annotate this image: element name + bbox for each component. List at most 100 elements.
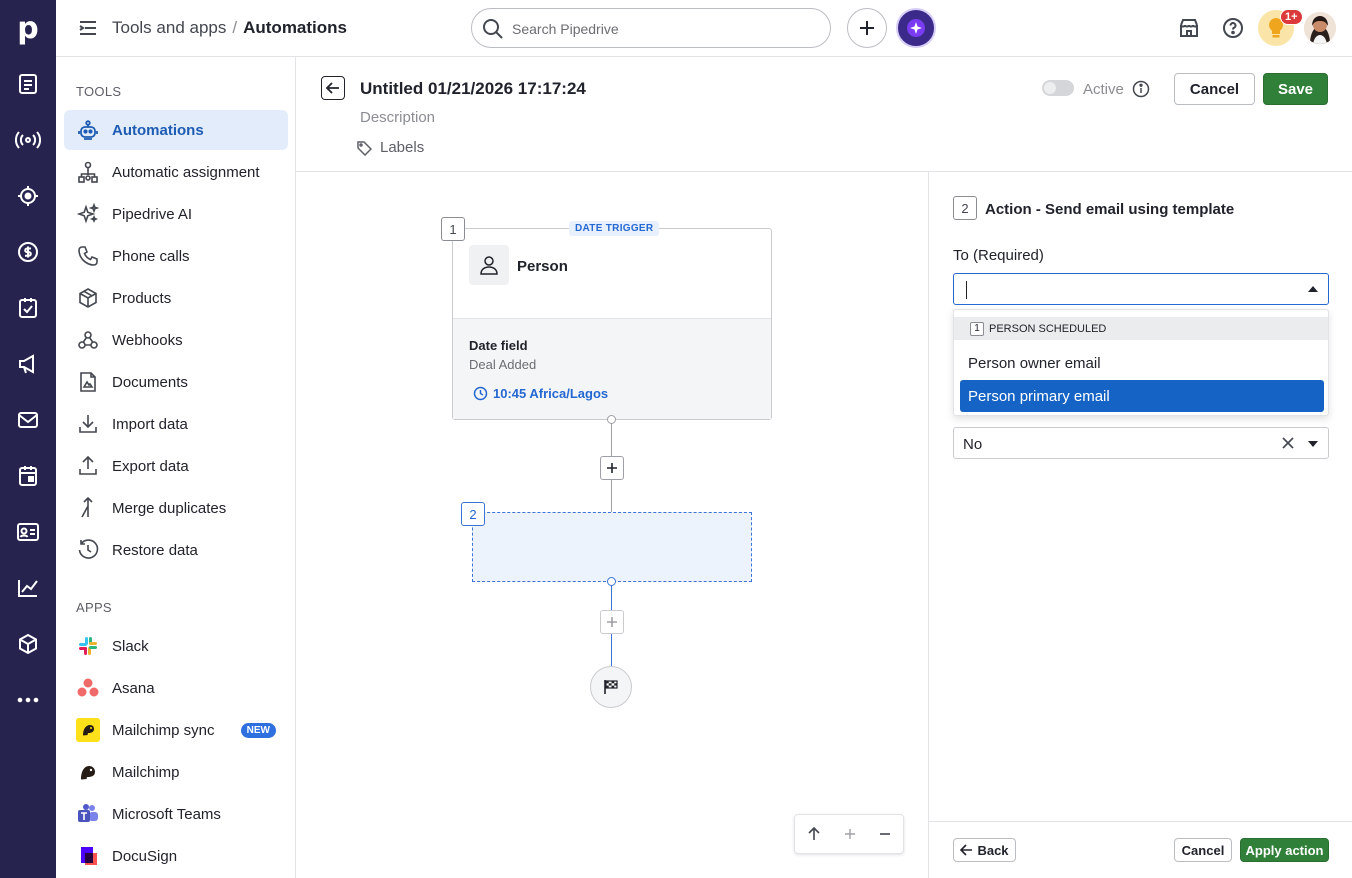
mailchimp-sync-logo-icon: [76, 718, 100, 742]
target-icon[interactable]: [12, 180, 44, 212]
sidebar-item-docusign[interactable]: DocuSign: [64, 836, 288, 876]
trigger-time: 10:45 Africa/Lagos: [473, 386, 608, 401]
arrow-left-icon: [960, 844, 973, 856]
caret-up-icon[interactable]: [1308, 286, 1318, 292]
import-download-icon: [76, 412, 100, 436]
breadcrumb-current: Automations: [243, 18, 347, 37]
sidebar-item-microsoft-teams[interactable]: Microsoft Teams: [64, 794, 288, 834]
zoom-in-icon[interactable]: [844, 828, 856, 840]
asana-logo-icon: [76, 676, 100, 700]
sidebar-item-products[interactable]: Products: [64, 278, 288, 318]
automation-title[interactable]: Untitled 01/21/2026 17:17:24: [360, 79, 586, 99]
trigger-time-text: 10:45 Africa/Lagos: [493, 386, 609, 401]
quick-add-button[interactable]: [847, 8, 887, 48]
sidebar-item-import-data[interactable]: Import data: [64, 404, 288, 444]
automations-robot-icon: [76, 118, 100, 142]
clock-icon: [473, 386, 488, 401]
tools-sidebar: TOOLS Automations Automatic assignment P…: [56, 57, 296, 878]
campaigns-megaphone-icon[interactable]: [12, 348, 44, 380]
back-arrow-button[interactable]: [321, 76, 345, 100]
panel-title: Action - Send email using template: [985, 201, 1235, 218]
merge-icon: [76, 496, 100, 520]
flag-icon: [603, 679, 619, 695]
option-person-primary-email[interactable]: Person primary email: [960, 380, 1324, 412]
flow-canvas[interactable]: DATE TRIGGER Person Date field Deal Adde…: [296, 172, 928, 878]
labels-button[interactable]: Labels: [356, 139, 424, 156]
sidebar-item-export-data[interactable]: Export data: [64, 446, 288, 486]
tools-section-title: TOOLS: [76, 84, 122, 99]
activities-icon[interactable]: [12, 292, 44, 324]
zoom-out-icon[interactable]: [879, 828, 891, 840]
save-button[interactable]: Save: [1263, 73, 1328, 105]
sidebar-item-automatic-assignment[interactable]: Automatic assignment: [64, 152, 288, 192]
search-input[interactable]: Search Pipedrive: [471, 8, 831, 48]
group-step-number: 1: [970, 321, 984, 336]
broadcast-icon[interactable]: [12, 124, 44, 156]
contacts-card-icon[interactable]: [12, 516, 44, 548]
help-icon[interactable]: [1222, 17, 1244, 39]
document-icon: [76, 370, 100, 394]
microsoft-teams-logo-icon: [76, 802, 100, 826]
to-field-label: To (Required): [953, 247, 1044, 264]
active-toggle[interactable]: [1042, 80, 1074, 96]
text-caret: [966, 281, 967, 299]
sidebar-item-label: Import data: [112, 415, 188, 433]
action-node-placeholder[interactable]: [472, 512, 752, 582]
add-step-button-disabled[interactable]: [600, 610, 624, 634]
arrow-up-icon[interactable]: [807, 827, 821, 841]
secondary-select[interactable]: No: [953, 427, 1329, 459]
products-box-icon[interactable]: [12, 628, 44, 660]
sidebar-item-webhooks[interactable]: Webhooks: [64, 320, 288, 360]
cancel-button[interactable]: Cancel: [1174, 73, 1255, 105]
node-number-2: 2: [461, 502, 485, 526]
sidebar-item-phone-calls[interactable]: Phone calls: [64, 236, 288, 276]
menu-collapse-icon[interactable]: [78, 18, 98, 38]
to-recipient-input[interactable]: [953, 273, 1329, 305]
insights-chart-icon[interactable]: [12, 572, 44, 604]
breadcrumb-parent[interactable]: Tools and apps: [112, 18, 226, 37]
tag-icon: [356, 140, 372, 156]
add-step-button[interactable]: [600, 456, 624, 480]
sidebar-item-pipedrive-ai[interactable]: Pipedrive AI: [64, 194, 288, 234]
export-upload-icon: [76, 454, 100, 478]
date-field-value: Deal Added: [469, 357, 537, 372]
labels-text: Labels: [380, 139, 425, 156]
sidebar-item-label: DocuSign: [112, 847, 178, 865]
ai-sparkle-button[interactable]: [896, 8, 936, 48]
sidebar-item-label: Export data: [112, 457, 189, 475]
pipedrive-logo[interactable]: p: [0, 0, 56, 56]
marketplace-icon[interactable]: [1178, 17, 1200, 39]
sidebar-item-automations[interactable]: Automations: [64, 110, 288, 150]
sidebar-item-label: Slack: [112, 637, 149, 655]
option-person-owner-email[interactable]: Person owner email: [960, 347, 1324, 379]
sidebar-item-slack[interactable]: Slack: [64, 626, 288, 666]
deals-dollar-icon[interactable]: [12, 236, 44, 268]
clear-x-icon[interactable]: [1282, 437, 1294, 449]
panel-footer: Back Cancel Apply action: [929, 821, 1352, 878]
sidebar-item-restore-data[interactable]: Restore data: [64, 530, 288, 570]
avatar[interactable]: [1304, 12, 1336, 44]
breadcrumb: Tools and apps / Automations: [112, 18, 347, 38]
more-icon[interactable]: [12, 684, 44, 716]
leads-icon[interactable]: [12, 68, 44, 100]
top-bar: Tools and apps / Automations Search Pipedr…: [56, 0, 1352, 57]
sidebar-item-asana[interactable]: Asana: [64, 668, 288, 708]
mail-icon[interactable]: [12, 404, 44, 436]
back-label: Back: [977, 842, 1009, 858]
person-icon: [469, 245, 509, 285]
caret-down-icon[interactable]: [1308, 441, 1318, 447]
secondary-select-value: No: [963, 436, 983, 453]
panel-cancel-button[interactable]: Cancel: [1174, 838, 1232, 862]
sidebar-item-documents[interactable]: Documents: [64, 362, 288, 402]
back-button[interactable]: Back: [953, 838, 1016, 862]
trigger-node[interactable]: DATE TRIGGER Person Date field Deal Adde…: [452, 221, 772, 420]
sidebar-item-mailchimp[interactable]: Mailchimp: [64, 752, 288, 792]
notification-badge: 1+: [1280, 9, 1303, 25]
assignment-network-icon: [76, 160, 100, 184]
description-field[interactable]: Description: [360, 109, 435, 126]
apply-action-button[interactable]: Apply action: [1240, 838, 1329, 862]
info-icon[interactable]: [1132, 80, 1150, 98]
sidebar-item-merge-duplicates[interactable]: Merge duplicates: [64, 488, 288, 528]
calendar-icon[interactable]: [12, 460, 44, 492]
sidebar-item-mailchimp-sync[interactable]: Mailchimp sync NEW: [64, 710, 288, 750]
